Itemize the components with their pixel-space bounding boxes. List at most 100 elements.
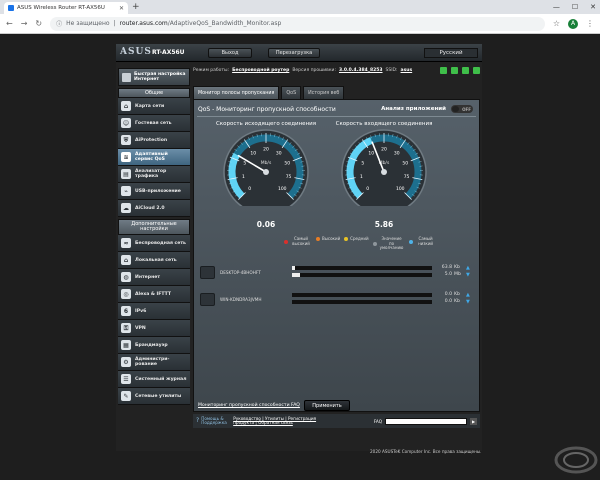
minimize-icon[interactable]: — [553, 0, 560, 14]
sidebar-item-advanced-0[interactable]: ≈ Беспроводная сеть [118, 235, 190, 252]
operation-mode-link[interactable]: Беспроводной роутер [232, 68, 289, 73]
watermark-logo [554, 446, 598, 474]
help-icon: ? [196, 416, 200, 424]
sidebar-item-advanced-3[interactable]: ◎ Alexa & IFTTT [118, 286, 190, 303]
download-gauge-tick-label: 100 [396, 186, 405, 192]
apply-button[interactable]: Применить [304, 400, 350, 411]
quick-setup-button[interactable]: Быстрая настройка Интернет [118, 68, 190, 86]
legend-label: Самый низкий [418, 236, 434, 246]
faq-search-button[interactable]: ▶ [470, 417, 477, 425]
address-bar[interactable]: ⓘ Не защищено | router.asus.com/Adaptive… [50, 16, 545, 31]
tab-web-history[interactable]: История веб [303, 86, 345, 99]
wifi-status-icon[interactable] [451, 66, 458, 74]
download-gauge-tick-label: 10 [368, 150, 374, 156]
router-topbar: ASUS RT-AX56U Выход Перезагрузка Русский [116, 44, 482, 62]
maximize-icon[interactable]: ☐ [572, 0, 578, 14]
reload-icon[interactable]: ↻ [35, 19, 42, 28]
tab-bandwidth-monitor[interactable]: Монитор полосы пропускания [193, 86, 280, 99]
sidebar-item-label: Адаптивный сервис QoS [135, 152, 168, 162]
sidebar-item-general-5[interactable]: ⌁ USB-приложение [118, 183, 190, 200]
close-tab-icon[interactable]: ✕ [119, 5, 124, 12]
back-icon[interactable]: ← [6, 19, 13, 28]
download-gauge-tick-label: 5 [361, 161, 364, 167]
url-path: /AdaptiveQoS_Bandwidth_Monitor.asp [167, 20, 282, 27]
sidebar-item-advanced-2[interactable]: ◍ Интернет [118, 269, 190, 286]
bookmark-star-icon[interactable]: ☆ [553, 19, 560, 28]
logout-button[interactable]: Выход [208, 48, 252, 58]
device-name: WIN-KDNDRA3JVMH [220, 297, 262, 302]
model-name: RT-AX56U [152, 49, 185, 56]
sidebar-item-label: Системный журнал [135, 376, 187, 382]
url-host: router.asus.com [119, 20, 168, 27]
legend-dot [344, 237, 349, 242]
status-bar: Режим работы: Беспроводной роутер Версия… [193, 64, 480, 76]
sidebar-item-advanced-1[interactable]: ⌂ Локальная сеть [118, 252, 190, 269]
router-footer: ? Помощь & Поддержка Руководство | Утили… [193, 414, 480, 428]
download-bar [292, 273, 432, 277]
sidebar-item-general-1[interactable]: ☺ Гостевая сеть [118, 115, 190, 132]
legend-dot [284, 239, 288, 244]
sidebar-item-general-2[interactable]: ⛨ AiProtection [118, 132, 190, 149]
footer-links[interactable]: Руководство | Утилиты | Регистрация прод… [233, 416, 323, 426]
ipv6-icon: 6 [121, 306, 131, 316]
sidebar-item-advanced-5[interactable]: ⚿ VPN [118, 320, 190, 337]
sidebar-item-advanced-4[interactable]: 6 IPv6 [118, 303, 190, 320]
advanced-header: Дополнительные настройки [118, 219, 190, 235]
sidebar: Быстрая настройка Интернет Общие ⌂ Карта … [118, 68, 190, 451]
content-tabs: Монитор полосы пропускания QoS История в… [193, 86, 345, 99]
browser-toolbar: ← → ↻ ⓘ Не защищено | router.asus.com/Ad… [0, 14, 600, 34]
bandwidth-faq-link[interactable]: Мониторинг пропускной способности FAQ [198, 403, 300, 408]
reboot-button[interactable]: Перезагрузка [268, 48, 320, 58]
upload-gauge-tick-label: 0 [248, 186, 251, 192]
close-window-icon[interactable]: ✕ [590, 0, 596, 14]
sidebar-item-general-0[interactable]: ⌂ Карта сети [118, 98, 190, 115]
internet-status-icon[interactable] [440, 66, 447, 74]
browser-tab-bar: ASUS Wireless Router RT-AX56U ✕ + — ☐ ✕ [0, 0, 600, 14]
sidebar-item-advanced-6[interactable]: ▦ Брандмауэр [118, 337, 190, 354]
faq-search-input[interactable] [385, 417, 467, 425]
browser-menu-icon[interactable]: ⋮ [586, 19, 594, 28]
download-bar [292, 300, 432, 304]
sidebar-item-advanced-8[interactable]: ☰ Системный журнал [118, 371, 190, 388]
security-label: Не защищено [66, 20, 110, 27]
sidebar-item-advanced-9[interactable]: ✎ Сетевые утилиты [118, 388, 190, 405]
upload-gauge-tick-label: 20 [263, 147, 269, 153]
sidebar-item-general-6[interactable]: ☁ AiCloud 2.0 [118, 200, 190, 217]
router-frame: ASUS RT-AX56U Выход Перезагрузка Русский… [116, 44, 482, 451]
upload-gauge: 01 5 10 20 3050 75 100 Mb/s [223, 129, 309, 206]
language-select[interactable]: Русский [424, 48, 478, 58]
arrow-up-icon: ▲ [466, 264, 470, 271]
sidebar-item-label: Администри-рование [135, 357, 170, 367]
browser-tab[interactable]: ASUS Wireless Router RT-AX56U ✕ [4, 2, 128, 14]
upload-gauge-tick-label: 1 [242, 174, 245, 180]
download-bar-fill [292, 273, 301, 277]
firmware-link[interactable]: 3.0.0.4.384_8253 [339, 68, 383, 73]
profile-avatar[interactable]: A [568, 18, 578, 29]
tab-qos[interactable]: QoS [281, 86, 302, 99]
help-support[interactable]: ? Помощь & Поддержка [196, 416, 229, 426]
sidebar-item-label: Анализатор трафика [135, 169, 167, 179]
legend-item-1: Высокий [316, 236, 341, 242]
sidebar-item-label: Сетевые утилиты [135, 393, 182, 399]
usb-status-icon[interactable] [462, 66, 469, 74]
sidebar-item-general-4[interactable]: ▤ Анализатор трафика [118, 166, 190, 183]
upload-rate: 0.0 [444, 292, 452, 297]
priority-legend: Самый высокий Высокий Средний Значение по у… [284, 236, 437, 251]
device-row[interactable]: DESKTOP-4BHOHFT 63.8 Kb ▲ 5.0 Mb ▼ [200, 264, 476, 284]
sidebar-item-advanced-7[interactable]: ⚙ Администри-рование [118, 354, 190, 371]
forward-icon[interactable]: → [21, 19, 28, 28]
download-gauge-tick-label: 75 [404, 174, 410, 180]
info-icon[interactable]: ⓘ [56, 19, 62, 28]
sidebar-item-label: AiCloud 2.0 [135, 205, 165, 211]
app-analysis-toggle[interactable]: OFF [451, 105, 473, 113]
upload-unit: Kb [454, 292, 460, 297]
link-status-icon[interactable] [473, 66, 480, 74]
advanced-menu: ≈ Беспроводная сеть ⌂ Локальная сеть ◍ Интерн… [118, 235, 190, 405]
legend-label: Высокий [322, 236, 341, 241]
new-tab-icon[interactable]: + [132, 2, 140, 12]
device-row[interactable]: WIN-KDNDRA3JVMH 0.0 Kb ▲ 0.0 Kb ▼ [200, 291, 476, 311]
sidebar-item-general-3[interactable]: ≋ Адаптивный сервис QoS [118, 149, 190, 166]
download-value: 5.86 [374, 220, 394, 229]
ssid-link[interactable]: asus [401, 68, 413, 73]
download-gauge-hub [381, 169, 387, 175]
